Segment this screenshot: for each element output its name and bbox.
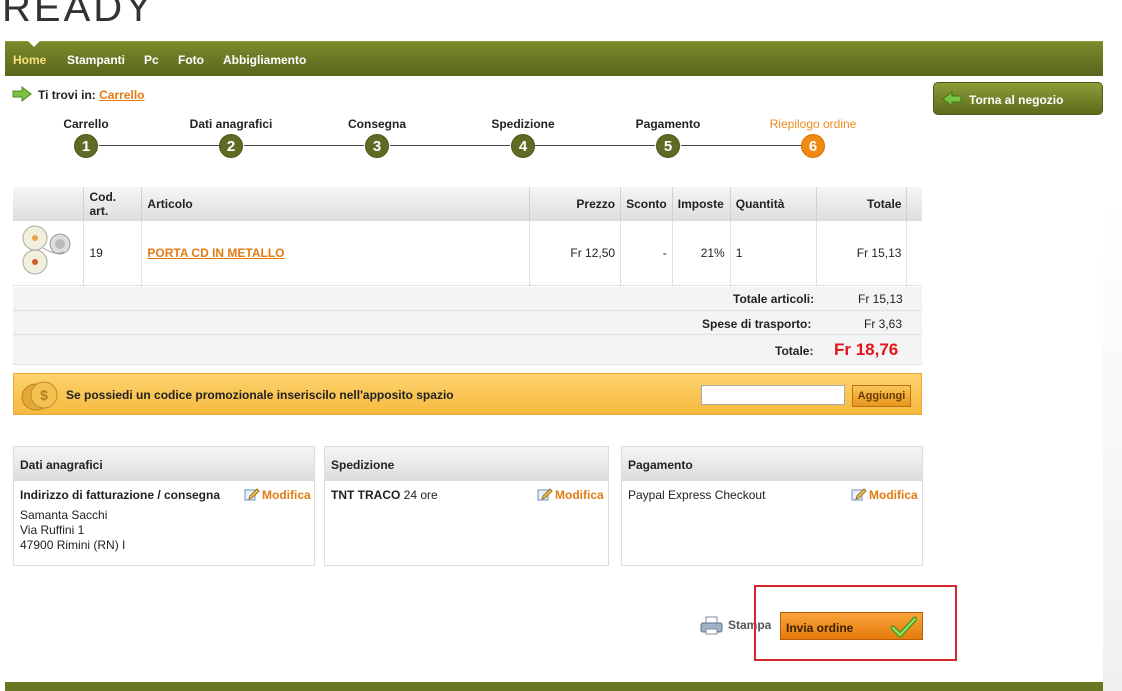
grand-total-label: Totale: bbox=[775, 344, 814, 358]
payment-method: Paypal Express Checkout bbox=[628, 488, 766, 502]
green-arrow-icon bbox=[12, 86, 32, 102]
total-items-label: Totale articoli: bbox=[733, 292, 815, 306]
step-connector bbox=[681, 145, 801, 146]
col-spacer bbox=[906, 187, 922, 221]
billing-modify-label: Modifica bbox=[262, 488, 311, 502]
svg-text:$: $ bbox=[40, 387, 48, 403]
payment-modify-link[interactable]: Modifica bbox=[851, 487, 918, 502]
step-circle-6: 6 bbox=[801, 134, 825, 158]
printer-icon bbox=[700, 616, 723, 635]
step-label-pagamento: Pagamento bbox=[635, 117, 701, 131]
promo-code-bar: $ Se possiedi un codice promozionale ins… bbox=[13, 373, 922, 415]
cell-article: PORTA CD IN METALLO bbox=[141, 221, 531, 286]
shipping-cost-value: Fr 3,63 bbox=[864, 317, 903, 331]
billing-box-title: Dati anagrafici bbox=[14, 447, 314, 481]
col-article: Articolo bbox=[141, 187, 531, 221]
table-header-row: Cod. art. Articolo Prezzo Sconto Imposte… bbox=[13, 187, 922, 221]
payment-modify-label: Modifica bbox=[869, 488, 918, 502]
step-connector bbox=[99, 145, 219, 146]
total-items-value: Fr 15,13 bbox=[858, 292, 903, 306]
billing-city: 47900 Rimini (RN) I bbox=[20, 538, 126, 552]
billing-street: Via Ruffini 1 bbox=[20, 523, 85, 537]
step-connector bbox=[244, 145, 364, 146]
edit-icon bbox=[537, 488, 553, 501]
cell-total: Fr 15,13 bbox=[816, 221, 908, 286]
shipping-cost-label: Spese di trasporto: bbox=[702, 317, 812, 331]
promo-text: Se possiedi un codice promozionale inser… bbox=[66, 388, 454, 402]
step-circle-1: 1 bbox=[74, 134, 98, 158]
step-circle-3: 3 bbox=[365, 134, 389, 158]
nav-home[interactable]: Home bbox=[13, 53, 46, 67]
table-row: 19 PORTA CD IN METALLO Fr 12,50 - 21% 1 … bbox=[13, 221, 922, 286]
footer-bar bbox=[5, 682, 1103, 691]
breadcrumb-current-link[interactable]: Carrello bbox=[99, 88, 144, 102]
edit-icon bbox=[244, 488, 260, 501]
shipping-carrier-name: TNT TRACO bbox=[331, 488, 401, 502]
arrow-left-icon bbox=[942, 91, 962, 107]
highlight-box bbox=[754, 585, 957, 661]
nav-abbigliamento[interactable]: Abbigliamento bbox=[223, 53, 306, 67]
breadcrumb-prefix: Ti trovi in: bbox=[38, 88, 96, 102]
page: READY Home Stampanti Pc Foto Abbigliamen… bbox=[0, 0, 1122, 691]
billing-name: Samanta Sacchi bbox=[20, 508, 108, 522]
step-circle-2: 2 bbox=[219, 134, 243, 158]
shipping-box: Spedizione TNT TRACO 24 ore Modifica bbox=[324, 446, 609, 566]
nav-foto[interactable]: Foto bbox=[178, 53, 204, 67]
billing-box: Dati anagrafici Indirizzo di fatturazion… bbox=[13, 446, 315, 566]
billing-modify-link[interactable]: Modifica bbox=[244, 487, 311, 502]
cell-spacer bbox=[906, 221, 922, 286]
col-image bbox=[13, 187, 85, 221]
col-price: Prezzo bbox=[529, 187, 622, 221]
promo-code-input[interactable] bbox=[701, 385, 845, 405]
product-link[interactable]: PORTA CD IN METALLO bbox=[147, 246, 284, 260]
coins-icon: $ bbox=[21, 381, 58, 411]
shipping-modify-link[interactable]: Modifica bbox=[537, 487, 604, 502]
cell-tax: 21% bbox=[672, 221, 731, 286]
step-label-dati-anagrafici: Dati anagrafici bbox=[189, 117, 273, 131]
top-navigation: Home Stampanti Pc Foto Abbigliamento bbox=[5, 41, 1103, 76]
cell-code: 19 bbox=[83, 221, 143, 286]
col-code: Cod. art. bbox=[83, 187, 143, 221]
step-circle-5: 5 bbox=[656, 134, 680, 158]
edit-icon bbox=[851, 488, 867, 501]
print-button[interactable]: Stampa bbox=[700, 616, 771, 639]
step-label-spedizione: Spedizione bbox=[491, 117, 555, 131]
col-quantity: Quantità bbox=[730, 187, 817, 221]
step-label-consegna: Consegna bbox=[347, 117, 407, 131]
col-total: Totale bbox=[816, 187, 908, 221]
totals-articles-row: Totale articoli: Fr 15,13 bbox=[13, 287, 922, 311]
back-to-shop-label: Torna al negozio bbox=[969, 93, 1064, 107]
page-edge-shade bbox=[1103, 200, 1122, 691]
totals-grand-row: Totale: Fr 18,76 bbox=[13, 335, 922, 365]
shipping-carrier: TNT TRACO 24 ore bbox=[331, 488, 438, 502]
cell-price: Fr 12,50 bbox=[529, 221, 622, 286]
back-to-shop-button[interactable]: Torna al negozio bbox=[933, 82, 1103, 115]
payment-box-title: Pagamento bbox=[622, 447, 922, 481]
nav-stampanti[interactable]: Stampanti bbox=[67, 53, 125, 67]
shipping-modify-label: Modifica bbox=[555, 488, 604, 502]
col-tax: Imposte bbox=[672, 187, 731, 221]
add-promo-button[interactable]: Aggiungi bbox=[852, 385, 911, 407]
step-connector bbox=[535, 145, 655, 146]
grand-total-value: Fr 18,76 bbox=[834, 340, 899, 359]
product-image[interactable] bbox=[13, 221, 85, 286]
cart-table: Cod. art. Articolo Prezzo Sconto Imposte… bbox=[13, 187, 922, 286]
shipping-carrier-time: 24 ore bbox=[403, 488, 438, 502]
totals-shipping-row: Spese di trasporto: Fr 3,63 bbox=[13, 311, 922, 335]
cell-quantity: 1 bbox=[730, 221, 817, 286]
payment-box: Pagamento Paypal Express Checkout Modifi… bbox=[621, 446, 923, 566]
nav-pc[interactable]: Pc bbox=[144, 53, 159, 67]
step-label-carrello: Carrello bbox=[63, 117, 109, 131]
cell-discount: - bbox=[620, 221, 673, 286]
logo[interactable]: READY bbox=[2, 0, 155, 31]
nav-active-pointer bbox=[28, 41, 40, 47]
step-circle-4: 4 bbox=[511, 134, 535, 158]
col-discount: Sconto bbox=[620, 187, 673, 221]
step-label-riepilogo: Riepilogo ordine bbox=[769, 117, 857, 131]
billing-subtitle: Indirizzo di fatturazione / consegna bbox=[20, 488, 221, 502]
cd-holder-icon bbox=[22, 225, 71, 275]
shipping-box-title: Spedizione bbox=[325, 447, 608, 481]
step-connector bbox=[390, 145, 510, 146]
